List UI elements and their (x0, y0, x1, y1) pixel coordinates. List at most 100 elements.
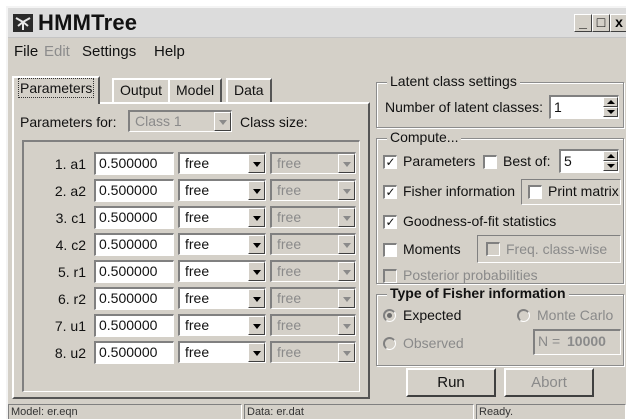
parameter-constraint-select[interactable]: free (270, 233, 356, 255)
compute-legend: Compute... (387, 129, 462, 145)
spin-up-icon[interactable] (603, 97, 618, 107)
parameter-mode-select[interactable]: free (178, 206, 266, 228)
abort-button[interactable]: Abort (504, 368, 594, 397)
parameter-name: 5. r1 (57, 264, 86, 280)
parameters-panel: Parameters for: Class 1 Class size: 1. a… (12, 102, 370, 399)
num-latent-classes-value: 1 (554, 99, 562, 115)
maximize-button[interactable]: □ (592, 14, 610, 32)
parameter-mode-select[interactable]: free (178, 341, 266, 363)
tab-data[interactable]: Data (226, 78, 272, 102)
parameter-mode-select[interactable]: free (178, 179, 266, 201)
parameter-value-input[interactable]: 0.500000 (94, 287, 174, 310)
n-field[interactable]: N = 10000 (533, 329, 621, 355)
close-button[interactable]: x (610, 14, 626, 32)
status-state: Ready. (476, 404, 626, 419)
best-of-checkbox[interactable] (483, 155, 497, 169)
parameter-name: 8. u2 (54, 345, 86, 361)
parameter-mode-value: free (185, 317, 210, 333)
moments-checkbox[interactable] (383, 243, 397, 257)
parameter-constraint-select[interactable]: free (270, 341, 356, 363)
class-select[interactable]: Class 1 (128, 110, 232, 132)
class-select-value: Class 1 (135, 113, 182, 129)
menu-settings[interactable]: Settings (82, 43, 136, 60)
parameter-mode-select[interactable]: free (178, 287, 266, 309)
parameter-row: 6. r2 0.500000 free free (24, 287, 360, 311)
posterior-probabilities-label: Posterior probabilities (403, 267, 538, 283)
parameter-constraint-value: free (277, 344, 302, 360)
chevron-down-icon (248, 289, 265, 308)
run-button[interactable]: Run (406, 368, 496, 397)
expected-radio[interactable] (383, 309, 396, 322)
parameter-mode-select[interactable]: free (178, 233, 266, 255)
spin-up-icon[interactable] (603, 151, 618, 161)
status-model: Model: er.eqn (8, 404, 242, 419)
parameter-name: 6. r2 (57, 291, 86, 307)
tab-model[interactable]: Model (168, 78, 223, 102)
minimize-button[interactable]: _ (574, 14, 592, 32)
freq-classwise-checkbox[interactable] (486, 242, 500, 256)
chevron-down-icon (248, 262, 265, 281)
tab-parameters[interactable]: Parameters (12, 76, 101, 104)
menu-edit[interactable]: Edit (44, 43, 70, 60)
fisher-information-label: Fisher information (403, 183, 516, 199)
class-size-label: Class size: (240, 114, 308, 130)
best-of-input[interactable]: 5 (559, 149, 619, 173)
parameter-mode-select[interactable]: free (178, 314, 266, 336)
monte-carlo-radio[interactable] (517, 309, 530, 322)
parameter-mode-value: free (185, 344, 210, 360)
parameter-mode-value: free (185, 155, 210, 171)
expected-label: Expected (403, 307, 462, 323)
menu-file[interactable]: File (14, 43, 38, 60)
app-window: HMMTree _ □ x File Edit Settings Help Pa… (6, 6, 626, 419)
parameter-mode-select[interactable]: free (178, 260, 266, 282)
best-of-value: 5 (564, 153, 572, 169)
spin-down-icon[interactable] (603, 107, 618, 117)
parameters-checkbox[interactable]: ✓ (383, 155, 397, 169)
parameter-constraint-select[interactable]: free (270, 152, 356, 174)
parameter-value-input[interactable]: 0.500000 (94, 179, 174, 202)
chevron-down-icon (248, 316, 265, 335)
goodness-of-fit-checkbox[interactable]: ✓ (383, 215, 397, 229)
chevron-down-icon (338, 289, 355, 308)
chevron-down-icon (338, 154, 355, 173)
parameter-row: 5. r1 0.500000 free free (24, 260, 360, 284)
parameter-value-input[interactable]: 0.500000 (94, 341, 174, 364)
parameter-constraint-value: free (277, 236, 302, 252)
status-bar: Model: er.eqn Data: er.dat Ready. (8, 403, 626, 419)
spin-down-icon[interactable] (603, 161, 618, 171)
parameter-constraint-select[interactable]: free (270, 206, 356, 228)
parameter-name: 4. c2 (55, 237, 86, 253)
parameter-value-input[interactable]: 0.500000 (94, 152, 174, 175)
parameter-mode-value: free (185, 209, 210, 225)
num-latent-classes-input[interactable]: 1 (549, 95, 619, 119)
parameter-constraint-select[interactable]: free (270, 179, 356, 201)
chevron-down-icon (338, 262, 355, 281)
parameter-value-input[interactable]: 0.500000 (94, 260, 174, 283)
tab-output[interactable]: Output (112, 78, 171, 102)
chevron-down-icon (338, 208, 355, 227)
parameter-value-input[interactable]: 0.500000 (94, 314, 174, 337)
status-data: Data: er.dat (244, 404, 474, 419)
posterior-probabilities-checkbox[interactable] (383, 269, 397, 283)
print-matrix-checkbox[interactable] (528, 185, 542, 199)
parameter-constraint-value: free (277, 263, 302, 279)
parameter-constraint-select[interactable]: free (270, 260, 356, 282)
parameter-name: 2. a2 (54, 183, 86, 199)
menu-help[interactable]: Help (154, 43, 185, 60)
parameter-constraint-select[interactable]: free (270, 314, 356, 336)
parameter-constraint-value: free (277, 182, 302, 198)
parameter-constraint-value: free (277, 317, 302, 333)
parameter-value-input[interactable]: 0.500000 (94, 233, 174, 256)
moments-label: Moments (403, 241, 461, 257)
fisher-information-checkbox[interactable]: ✓ (383, 185, 397, 199)
parameter-mode-value: free (185, 263, 210, 279)
parameter-name: 7. u1 (54, 318, 86, 334)
chevron-down-icon (214, 112, 231, 131)
parameter-row: 2. a2 0.500000 free free (24, 179, 360, 203)
parameter-value-input[interactable]: 0.500000 (94, 206, 174, 229)
parameter-constraint-select[interactable]: free (270, 287, 356, 309)
chevron-down-icon (248, 208, 265, 227)
parameter-mode-select[interactable]: free (178, 152, 266, 174)
observed-radio[interactable] (383, 337, 396, 350)
chevron-down-icon (338, 343, 355, 362)
